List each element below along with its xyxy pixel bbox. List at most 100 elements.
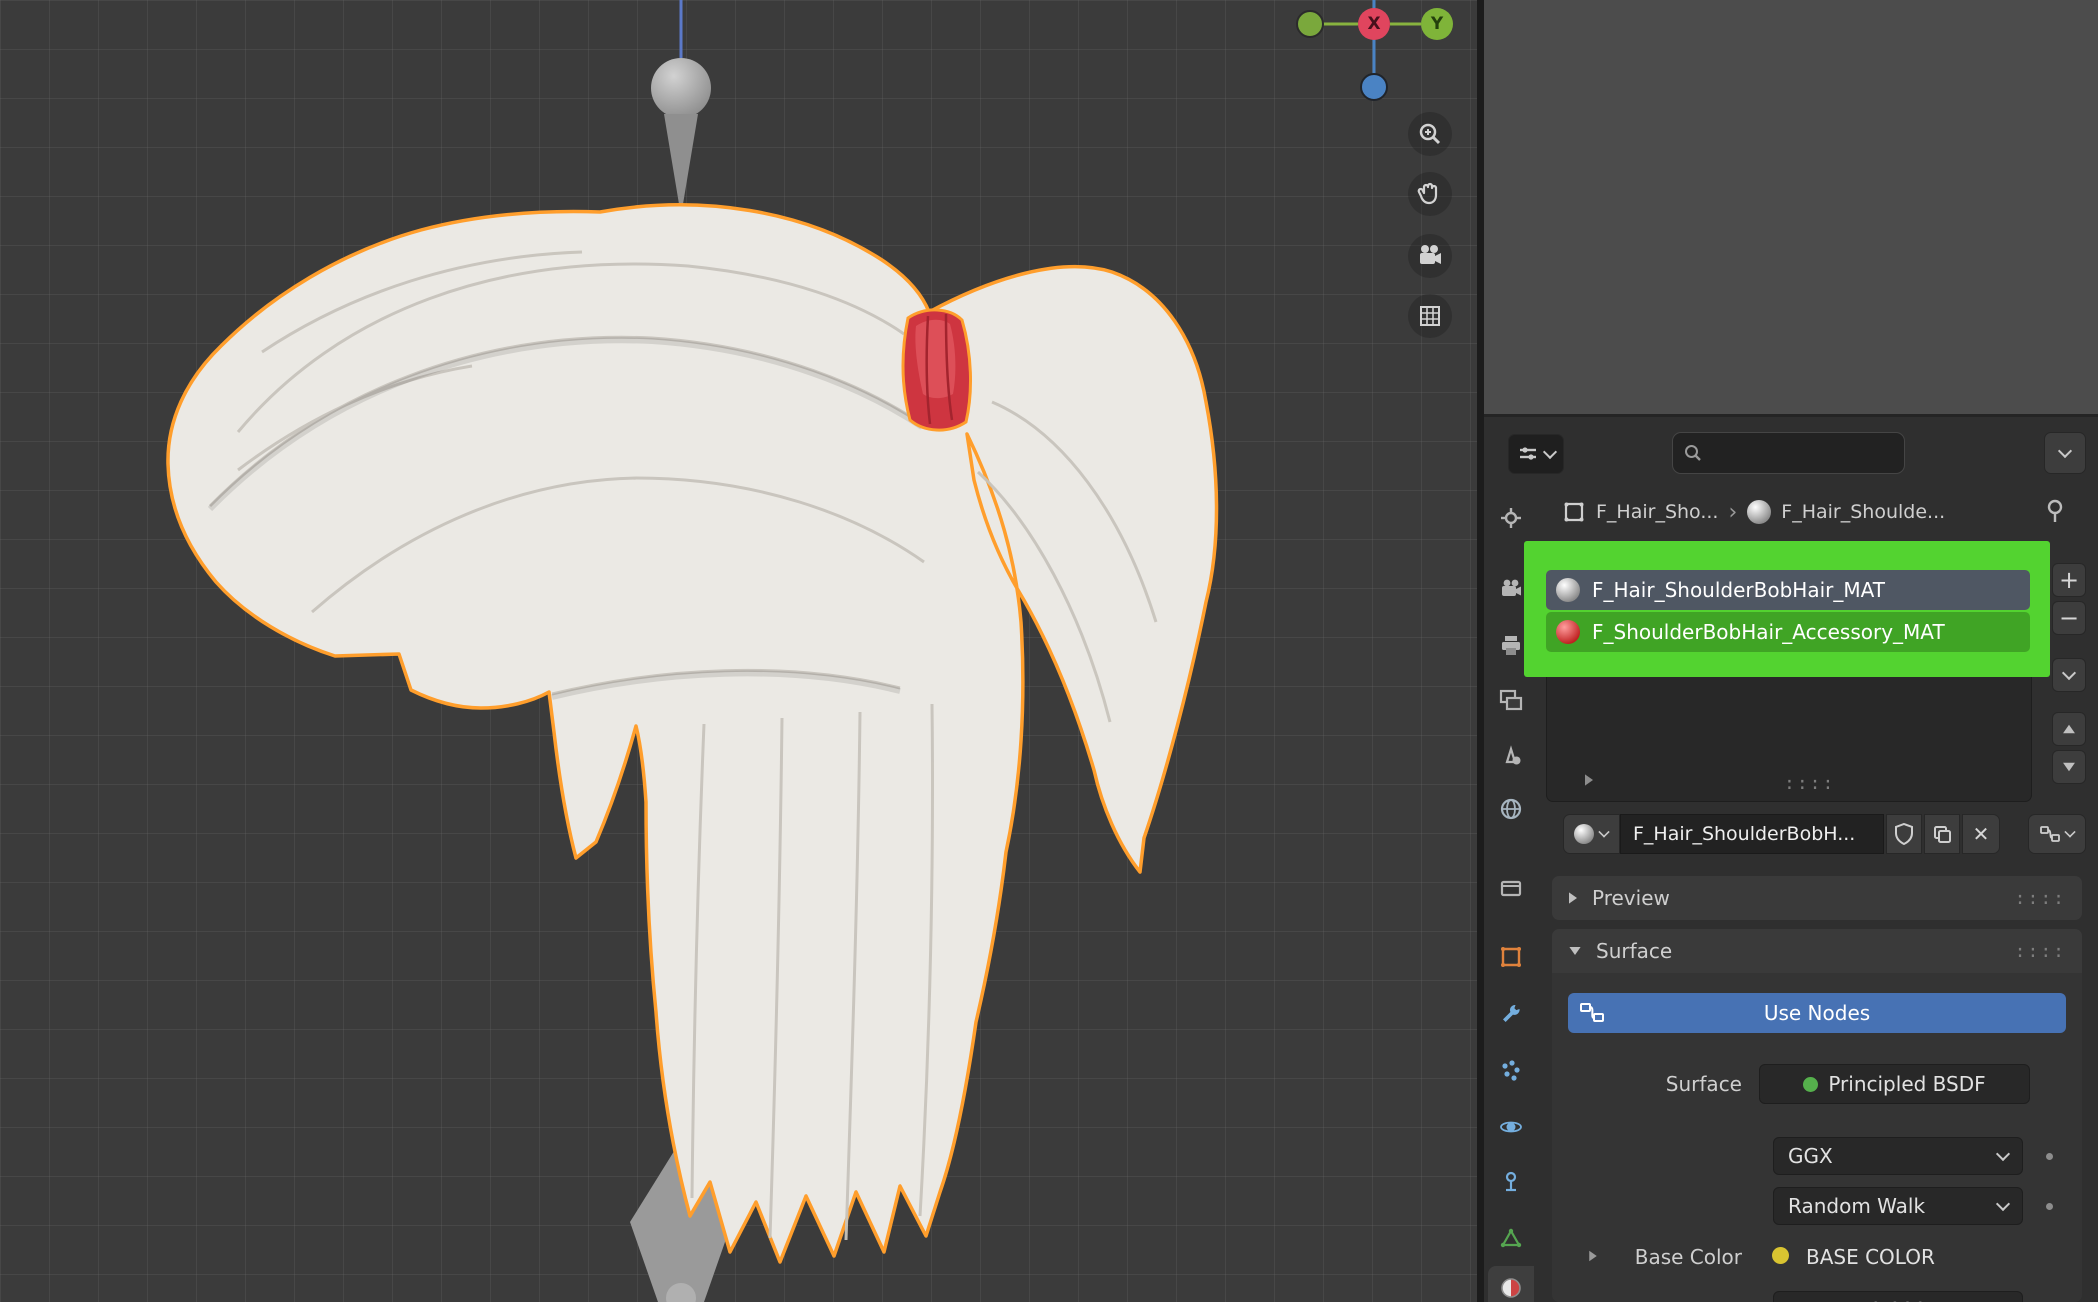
tab-render[interactable] [1488, 567, 1534, 611]
preview-panel-header[interactable]: Preview :::: [1552, 876, 2082, 920]
browse-material-button[interactable] [1563, 814, 1620, 854]
viewport-3d[interactable]: X Y [0, 0, 1477, 1302]
expand-arrow-icon [1569, 892, 1577, 903]
chevron-down-icon [1996, 1197, 2010, 1211]
list-expand-arrow[interactable] [1584, 773, 1594, 787]
material-slot-row-selected[interactable]: F_Hair_ShoulderBobHair_MAT [1546, 570, 2030, 610]
tab-modifiers[interactable] [1488, 992, 1534, 1036]
subsurface-method-value: Random Walk [1788, 1194, 1925, 1218]
base-color-label: Base Color [1568, 1245, 1742, 1269]
breadcrumb-object[interactable]: F_Hair_Sho... [1596, 501, 1718, 523]
hair-accessory-tie[interactable] [903, 310, 971, 430]
tool-icon [1498, 505, 1524, 531]
remove-slot-button[interactable]: − [2052, 601, 2086, 635]
axis-x-ball[interactable]: X [1358, 8, 1390, 40]
axis-z-ball[interactable] [1361, 74, 1387, 100]
preview-panel-label: Preview [1592, 886, 1670, 910]
duplicate-material-button[interactable] [1924, 814, 1960, 854]
nodetree-icon [1580, 1002, 1604, 1024]
surface-panel-header[interactable]: Surface :::: [1552, 929, 2082, 973]
slot-move-up-button[interactable] [2052, 712, 2086, 746]
editor-divider[interactable] [1477, 0, 1484, 1302]
nodetree-icon [2040, 825, 2060, 843]
camera-view-icon[interactable] [1408, 234, 1452, 278]
tab-material-active[interactable] [1488, 1266, 1534, 1302]
constraint-icon [1498, 1169, 1524, 1195]
slot-specials-button[interactable] [2052, 658, 2086, 692]
outliner-area[interactable] [1484, 0, 2098, 417]
chevron-down-icon [1996, 1147, 2010, 1161]
printer-icon [1498, 633, 1524, 659]
particles-icon [1498, 1058, 1524, 1084]
list-resize-grip[interactable]: :::: [1784, 773, 1835, 794]
tab-tool[interactable] [1488, 496, 1534, 540]
use-nodes-label: Use Nodes [1764, 1001, 1870, 1025]
pin-icon[interactable] [2040, 496, 2070, 526]
chevron-down-icon [2058, 444, 2072, 458]
material-name-field[interactable]: F_Hair_ShoulderBobH... [1620, 814, 1884, 854]
shield-icon [1894, 823, 1914, 845]
grid-ortho-icon[interactable] [1408, 294, 1452, 338]
tab-collection[interactable] [1488, 865, 1534, 909]
tab-physics[interactable] [1488, 1105, 1534, 1149]
use-nodes-button[interactable]: Use Nodes [1568, 993, 2066, 1033]
material-slot-row[interactable]: F_ShoulderBobHair_Accessory_MAT [1546, 612, 2030, 652]
scene-canvas [0, 0, 1477, 1302]
tab-constraints[interactable] [1488, 1160, 1534, 1204]
breadcrumb-material[interactable]: F_Hair_Shoulde... [1781, 501, 1945, 523]
axis-neg-x-ball[interactable] [1297, 11, 1323, 37]
editor-type-button[interactable] [1508, 434, 1564, 474]
white-material-sphere-icon [1556, 578, 1580, 602]
tab-view-layer[interactable] [1488, 678, 1534, 722]
panel-grip[interactable]: :::: [2015, 941, 2066, 962]
surface-panel-label: Surface [1596, 939, 1672, 963]
grid-glyph [1417, 303, 1443, 329]
distribution-value: GGX [1788, 1144, 1833, 1168]
red-material-sphere-icon [1556, 620, 1580, 644]
zoom-icon[interactable] [1408, 112, 1452, 156]
shader-node-dot-icon [1803, 1077, 1818, 1092]
copy-icon [1932, 824, 1952, 844]
partial-slider-field[interactable]: 0.000 [1773, 1291, 2023, 1302]
tab-object-data[interactable] [1488, 1216, 1534, 1260]
slot-name: F_ShoulderBobHair_Accessory_MAT [1592, 620, 1945, 644]
object-square-icon [1498, 944, 1524, 970]
tab-scene[interactable] [1488, 734, 1534, 778]
hand-glyph [1417, 181, 1443, 207]
search-text-field[interactable] [1711, 442, 1885, 465]
tab-world[interactable] [1488, 787, 1534, 831]
magnifier-plus-glyph [1417, 121, 1443, 147]
tab-object[interactable] [1488, 935, 1534, 979]
nav-gizmo[interactable] [1297, 0, 1421, 100]
distribution-dropdown[interactable]: GGX [1773, 1137, 2023, 1175]
add-slot-button[interactable]: + [2052, 563, 2086, 597]
surface-shader-button[interactable]: Principled BSDF [1759, 1064, 2030, 1104]
hair-mesh[interactable] [168, 205, 1217, 1262]
base-color-value[interactable]: BASE COLOR [1806, 1245, 1935, 1269]
object-icon [1562, 500, 1586, 524]
axis-y-ball[interactable]: Y [1421, 8, 1453, 40]
slot-move-down-button[interactable] [2052, 750, 2086, 784]
unlink-material-button[interactable]: ✕ [1962, 814, 2000, 854]
material-slots-highlight: F_Hair_ShoulderBobHair_MAT F_ShoulderBob… [1524, 541, 2050, 677]
pan-hand-icon[interactable] [1408, 172, 1452, 216]
material-sphere-icon [1574, 824, 1594, 844]
animate-dot-icon[interactable] [2046, 1203, 2053, 1210]
animate-dot-icon[interactable] [2046, 1153, 2053, 1160]
globe-icon [1498, 796, 1524, 822]
fake-user-button[interactable] [1886, 814, 1922, 854]
breadcrumb-separator: › [1728, 500, 1737, 525]
filter-dropdown-button[interactable] [2044, 432, 2086, 474]
armature-bone-top[interactable] [651, 0, 711, 216]
panel-grip[interactable]: :::: [2015, 888, 2066, 909]
link-nodes-dropdown[interactable] [2028, 814, 2086, 854]
camera-glyph [1416, 242, 1444, 270]
tab-output[interactable] [1488, 624, 1534, 668]
subsurface-method-dropdown[interactable]: Random Walk [1773, 1187, 2023, 1225]
search-input[interactable] [1672, 432, 1905, 474]
tab-particles[interactable] [1488, 1049, 1534, 1093]
color-socket-dot-icon [1772, 1247, 1789, 1264]
layers-icon [1498, 687, 1524, 713]
breadcrumb: F_Hair_Sho... › F_Hair_Shoulde... [1562, 492, 2062, 532]
chevron-down-icon [1543, 445, 1557, 459]
